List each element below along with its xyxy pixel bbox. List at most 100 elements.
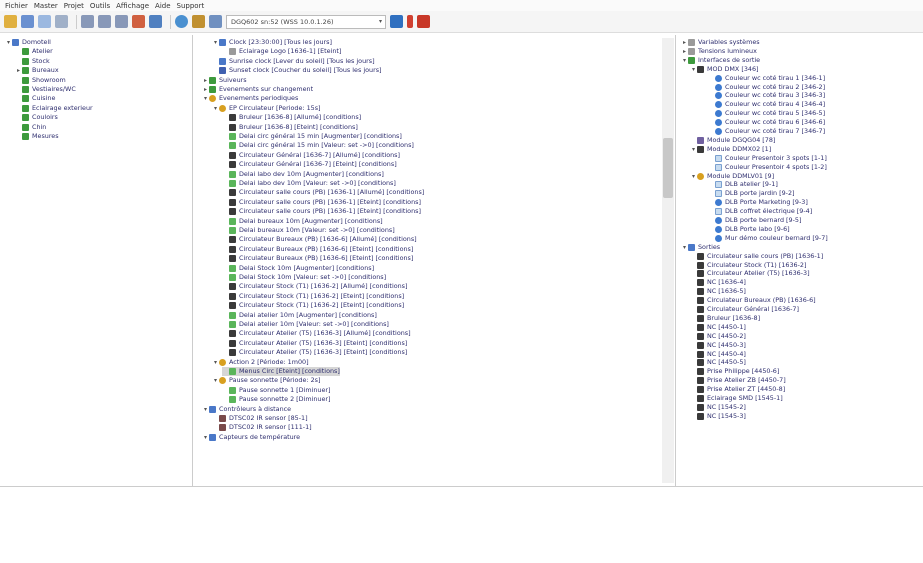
tree-item[interactable]: Sunset clock [Coucher du soleil] [Tous l… xyxy=(212,66,382,75)
tree-item[interactable]: Circulateur Stock (T1) [1636-2] [Allumé]… xyxy=(222,282,408,291)
collapse-icon[interactable]: ▾ xyxy=(212,38,219,47)
tree-item[interactable]: Atelier xyxy=(15,47,53,56)
tree-item[interactable]: ▾ Module DDMLV01 [9] xyxy=(690,172,774,181)
scene-icon[interactable] xyxy=(115,15,128,28)
collapse-icon[interactable]: ▾ xyxy=(212,358,219,367)
tree-item[interactable]: Circulateur Stock (T1) [1636-2] [Eteint]… xyxy=(222,301,404,310)
menu-item-outils[interactable]: Outils xyxy=(90,2,110,10)
tree-item[interactable]: Circulateur Atelier (T5) [1636-3] [Allum… xyxy=(222,329,411,338)
tree-item[interactable]: Circulateur salle cours (PB) [1636-1] xyxy=(690,252,823,261)
tree-item[interactable]: Prise Atelier ZT [4450-8] xyxy=(690,385,785,394)
next-icon[interactable] xyxy=(98,15,111,28)
scrollbar[interactable] xyxy=(662,38,674,483)
tree-item[interactable]: Circulateur Général [1636-7] [Eteint] [c… xyxy=(222,160,397,169)
tree-item[interactable]: Delai bureaux 10m [Augmenter] [condition… xyxy=(222,217,383,226)
monitor-icon[interactable] xyxy=(149,15,162,28)
menu-item-fichier[interactable]: Fichier xyxy=(5,2,28,10)
tree-item[interactable]: Couleur Presentoir 3 spots [1-1] xyxy=(708,154,827,163)
tree-item[interactable]: NC [4450-5] xyxy=(690,358,746,367)
tree-item[interactable]: NC [4450-3] xyxy=(690,341,746,350)
tree-item[interactable]: ▾ Domotell xyxy=(5,38,51,47)
save-icon[interactable] xyxy=(38,15,51,28)
globe-icon[interactable] xyxy=(175,15,188,28)
menu-item-support[interactable]: Support xyxy=(177,2,205,10)
expand-icon[interactable]: ▸ xyxy=(681,38,688,47)
tree-item[interactable]: NC [4450-2] xyxy=(690,332,746,341)
tree-item[interactable]: Circulateur Stock (T1) [1636-2] [Eteint]… xyxy=(222,292,404,301)
tree-item[interactable]: Mesures xyxy=(15,132,59,141)
tree-item[interactable]: ▾ Module DDMX02 [1] xyxy=(690,145,771,154)
tree-item[interactable]: Couleur Presentoir 4 spots [1-2] xyxy=(708,163,827,172)
server-select[interactable]: DGQ602 sn:52 (WSS 10.0.1.26) ▾ xyxy=(226,14,386,29)
collapse-icon[interactable]: ▾ xyxy=(202,433,209,442)
tree-item[interactable]: ▾ EP Circulateur [Periode: 15s] xyxy=(212,104,321,113)
tree-item[interactable]: DLB atelier [9-1] xyxy=(708,180,778,189)
tree-item[interactable]: ▾ Interfaces de sortie xyxy=(681,56,760,65)
tree-item[interactable]: Delai labo dev 10m [Augmenter] [conditio… xyxy=(222,170,384,179)
tree-item[interactable]: Pause sonnette 1 [Diminuer] xyxy=(222,386,331,395)
tree-item[interactable]: ▾ Clock [23:30:00] [Tous les jours] xyxy=(212,38,332,47)
flag-icon[interactable] xyxy=(407,15,413,28)
tree-item[interactable]: Couleur wc coté tirau 4 [346-4] xyxy=(708,100,825,109)
tree-item[interactable]: Cuisine xyxy=(15,94,55,103)
tree-item[interactable]: Circulateur Atelier (T5) [1636-3] xyxy=(690,269,810,278)
tree-item[interactable]: ▸ Tensions lumineux xyxy=(681,47,757,56)
tree-item[interactable]: DLB porte jardin [9-2] xyxy=(708,189,795,198)
tree-item[interactable]: Prise Philippe [4450-6] xyxy=(690,367,779,376)
new-icon[interactable] xyxy=(21,15,34,28)
tree-item[interactable]: Delai circ général 15 min [Valeur: set -… xyxy=(222,141,414,150)
expand-icon[interactable]: ▸ xyxy=(202,85,209,94)
tree-item[interactable]: ▸ Variables systèmes xyxy=(681,38,760,47)
tree-item[interactable]: DLB coffret électrique [9-4] xyxy=(708,207,812,216)
tree-item[interactable]: Bruleur [1636-8] xyxy=(690,314,760,323)
tree-item[interactable]: DLB porte bernard [9-5] xyxy=(708,216,801,225)
tree-item[interactable]: Delai Stock 10m [Valeur: set ->0] [condi… xyxy=(222,273,386,282)
tree-item[interactable]: Couleur wc coté tirau 5 [346-5] xyxy=(708,109,825,118)
tree-item[interactable]: Showroom xyxy=(15,76,66,85)
prev-icon[interactable] xyxy=(81,15,94,28)
collapse-icon[interactable]: ▾ xyxy=(202,94,209,103)
tree-item[interactable]: Delai bureaux 10m [Valeur: set ->0] [con… xyxy=(222,226,395,235)
tree-item[interactable]: Circulateur salle cours (PB) [1636-1] [A… xyxy=(222,188,424,197)
tree-item[interactable]: Eclairage SMD [1545-1] xyxy=(690,394,783,403)
expand-icon[interactable]: ▸ xyxy=(15,66,22,75)
collapse-icon[interactable]: ▾ xyxy=(212,376,219,385)
scrollbar-thumb[interactable] xyxy=(663,138,673,198)
tree-item[interactable]: Circulateur Général [1636-7] [Allumé] [c… xyxy=(222,151,400,160)
tree-item[interactable]: Couleur wc coté tirau 7 [346-7] xyxy=(708,127,825,136)
tree-item[interactable]: Circulateur Atelier (T5) [1636-3] [Etein… xyxy=(222,348,407,357)
tree-item[interactable]: Circulateur salle cours (PB) [1636-1] [E… xyxy=(222,198,421,207)
folder-icon[interactable] xyxy=(4,15,17,28)
tree-item[interactable]: ▸ Bureaux xyxy=(15,66,59,75)
tree-item[interactable]: DLB Porte Marketing [9-3] xyxy=(708,198,808,207)
menu-item-aide[interactable]: Aide xyxy=(155,2,170,10)
tree-item[interactable]: ▾ MOD DMX [346] xyxy=(690,65,759,74)
collapse-icon[interactable]: ▾ xyxy=(681,56,688,65)
tree-item[interactable]: Bruleur [1636-8] [Allumé] [conditions] xyxy=(222,113,361,122)
user-icon[interactable] xyxy=(192,15,205,28)
device-icon[interactable] xyxy=(209,15,222,28)
tree-item[interactable]: Couleur wc coté tirau 3 [346-3] xyxy=(708,91,825,100)
tree-item[interactable]: Circulateur Bureaux (PB) [1636-6] [Allum… xyxy=(222,235,417,244)
tree-item[interactable]: NC [1545-3] xyxy=(690,412,746,421)
tree-item[interactable]: Delai atelier 10m [Valeur: set ->0] [con… xyxy=(222,320,389,329)
tree-item[interactable]: Stock xyxy=(15,57,50,66)
tree-item[interactable]: ▾ Pause sonnette [Période: 2s] xyxy=(212,376,321,385)
tree-item[interactable]: Module DGQG04 [78] xyxy=(690,136,775,145)
tree-item[interactable]: Vestiaires/WC xyxy=(15,85,76,94)
tree-item[interactable]: ▾ Evenements periodiques xyxy=(202,94,298,103)
tree-item[interactable]: DLB Porte labo [9-6] xyxy=(708,225,790,234)
tree-item[interactable]: Bruleur [1636-8] [Eteint] [conditions] xyxy=(222,123,358,132)
tree-item[interactable]: ▸ Evenements sur changement xyxy=(202,85,313,94)
tree-item[interactable]: ▾ Action 2 [Période: 1m00] xyxy=(212,358,309,367)
tree-item[interactable]: Eclairage exterieur xyxy=(15,104,93,113)
collapse-icon[interactable]: ▾ xyxy=(202,405,209,414)
tree-item[interactable]: NC [1545-2] xyxy=(690,403,746,412)
stop-icon[interactable] xyxy=(417,15,430,28)
tree-item[interactable]: Couloirs xyxy=(15,113,58,122)
tree-item[interactable]: NC [4450-4] xyxy=(690,350,746,359)
tree-item[interactable]: Mur démo couleur bernard [9-7] xyxy=(708,234,828,243)
menu-item-projet[interactable]: Projet xyxy=(64,2,84,10)
tree-item[interactable]: NC [4450-1] xyxy=(690,323,746,332)
tree-item[interactable]: Circulateur Atelier (T5) [1636-3] [Etein… xyxy=(222,339,407,348)
